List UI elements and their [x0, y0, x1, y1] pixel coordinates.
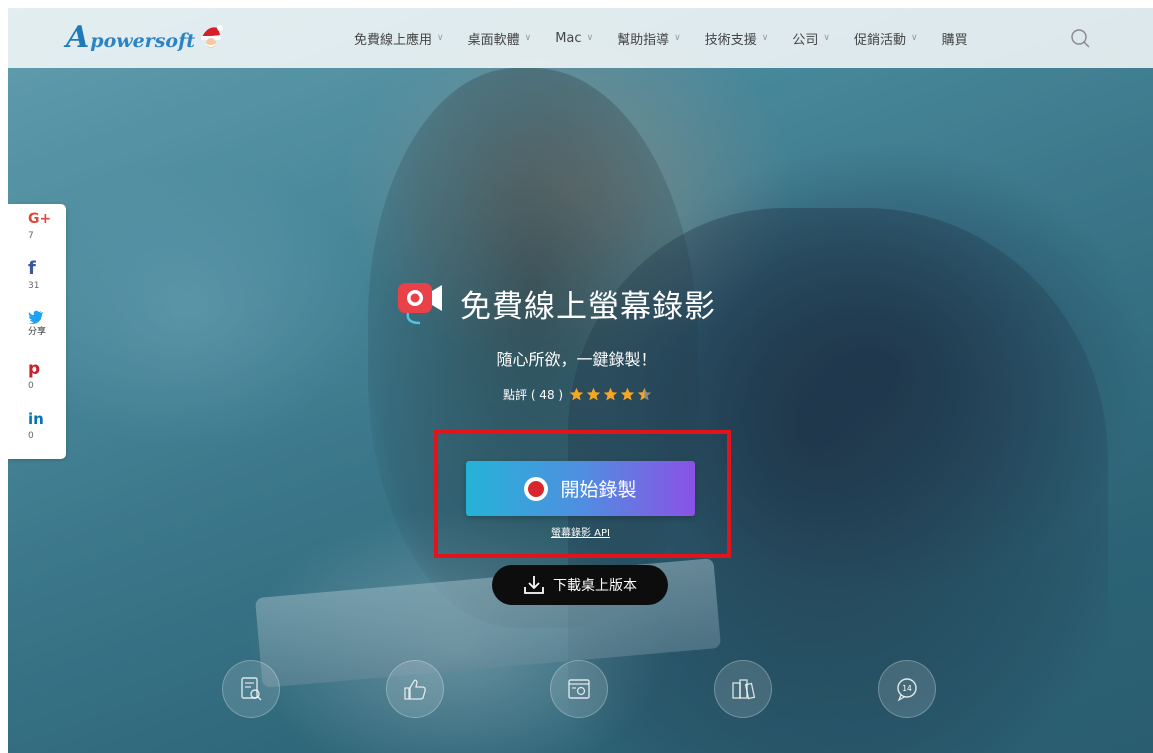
- chevron-down-icon: ∨: [911, 33, 918, 43]
- facebook-icon: f: [28, 258, 36, 279]
- feature-screenshot[interactable]: [550, 660, 608, 718]
- star-icon: [569, 387, 584, 401]
- chat-count: 14: [902, 684, 912, 693]
- share-count: 7: [28, 231, 34, 241]
- star-icon: [586, 387, 601, 401]
- logo-letter: A: [66, 20, 90, 55]
- logo-text: powersoft: [90, 30, 196, 52]
- screen-recorder-api-link[interactable]: 螢幕錄影 API: [8, 524, 1153, 539]
- nav-free-online-apps[interactable]: 免費線上應用 ∨: [354, 29, 444, 48]
- twitter-icon: [28, 310, 43, 324]
- share-google-plus[interactable]: G+ 7: [8, 210, 66, 260]
- google-plus-icon: G+: [28, 211, 52, 227]
- santa-icon: [201, 25, 224, 48]
- screenshot-icon: [568, 679, 590, 699]
- share-label: 分享: [28, 327, 47, 337]
- screen-recorder-icon: [398, 283, 442, 325]
- download-desktop-button[interactable]: 下載桌上版本: [492, 565, 668, 605]
- nav-buy[interactable]: 購買: [942, 29, 968, 48]
- chat-count-icon: 14: [897, 678, 917, 702]
- share-linkedin[interactable]: in 0: [8, 410, 66, 460]
- record-dot-icon: [524, 476, 549, 501]
- nav-company[interactable]: 公司 ∨: [792, 29, 830, 48]
- rating-stars[interactable]: [569, 387, 654, 402]
- nav-mac[interactable]: Mac ∨: [555, 31, 593, 46]
- download-desktop-label: 下載桌上版本: [553, 578, 637, 594]
- nav-desktop-software[interactable]: 桌面軟體 ∨: [468, 29, 532, 48]
- hero-subtitle: 隨心所欲，一鍵錄製！: [496, 350, 657, 369]
- start-recording-label: 開始錄製: [560, 479, 637, 501]
- nav-label: 購買: [941, 32, 968, 48]
- hero-background: A powersoft 免費線上應用 ∨ 桌面軟體 ∨ Mac ∨ 幫助指導 ∨…: [8, 8, 1153, 753]
- nav-help-guide[interactable]: 幫助指導 ∨: [617, 29, 681, 48]
- feature-document-search[interactable]: [222, 660, 280, 718]
- nav-label: 促銷活動: [853, 32, 906, 48]
- files-icon: [732, 679, 756, 700]
- nav-label: 桌面軟體: [467, 32, 520, 48]
- main-nav: 免費線上應用 ∨ 桌面軟體 ∨ Mac ∨ 幫助指導 ∨ 技術支援 ∨ 公司 ∨: [354, 8, 992, 68]
- thumbs-up-icon: [404, 679, 426, 700]
- top-navigation-bar: A powersoft 免費線上應用 ∨ 桌面軟體 ∨ Mac ∨ 幫助指導 ∨…: [8, 8, 1153, 68]
- chevron-down-icon: ∨: [823, 33, 830, 43]
- apowersoft-logo[interactable]: A powersoft: [66, 18, 224, 58]
- hero-title: 免費線上螢幕錄影: [460, 288, 716, 325]
- hero-title-row: 免費線上螢幕錄影: [396, 273, 716, 333]
- share-count: 31: [28, 281, 40, 291]
- rating: 點評 ( 48 ): [503, 386, 654, 403]
- chevron-down-icon: ∨: [586, 33, 594, 43]
- chevron-down-icon: ∨: [761, 33, 769, 43]
- nav-label: Mac: [555, 30, 582, 46]
- nav-label: 技術支援: [704, 32, 757, 48]
- nav-promotions[interactable]: 促銷活動 ∨: [854, 29, 918, 48]
- linkedin-icon: in: [28, 410, 44, 428]
- download-icon: [524, 576, 544, 594]
- start-recording-button[interactable]: 開始錄製: [466, 461, 695, 516]
- share-count: 0: [28, 381, 34, 391]
- feature-thumbs-up[interactable]: [386, 660, 444, 718]
- feature-files[interactable]: [714, 660, 772, 718]
- document-search-icon: [241, 677, 262, 701]
- share-facebook[interactable]: f 31: [8, 260, 66, 310]
- background-overlay: [8, 8, 1153, 753]
- chevron-down-icon: ∨: [674, 33, 681, 43]
- nav-label: 免費線上應用: [354, 32, 433, 48]
- social-share-bar: G+ 7 f 31 分享 p 0 in 0: [8, 204, 66, 459]
- feature-chat[interactable]: 14: [878, 660, 936, 718]
- chevron-down-icon: ∨: [524, 33, 532, 43]
- chevron-down-icon: ∨: [437, 33, 444, 43]
- search-icon[interactable]: [1070, 28, 1092, 50]
- nav-tech-support[interactable]: 技術支援 ∨: [705, 29, 769, 48]
- rating-label: 點評 ( 48 ): [503, 388, 564, 402]
- nav-label: 幫助指導: [617, 32, 670, 48]
- star-icon: [603, 387, 618, 401]
- star-icon: [620, 387, 635, 401]
- star-icon: [637, 387, 652, 401]
- share-count: 0: [28, 431, 34, 441]
- nav-label: 公司: [792, 32, 819, 48]
